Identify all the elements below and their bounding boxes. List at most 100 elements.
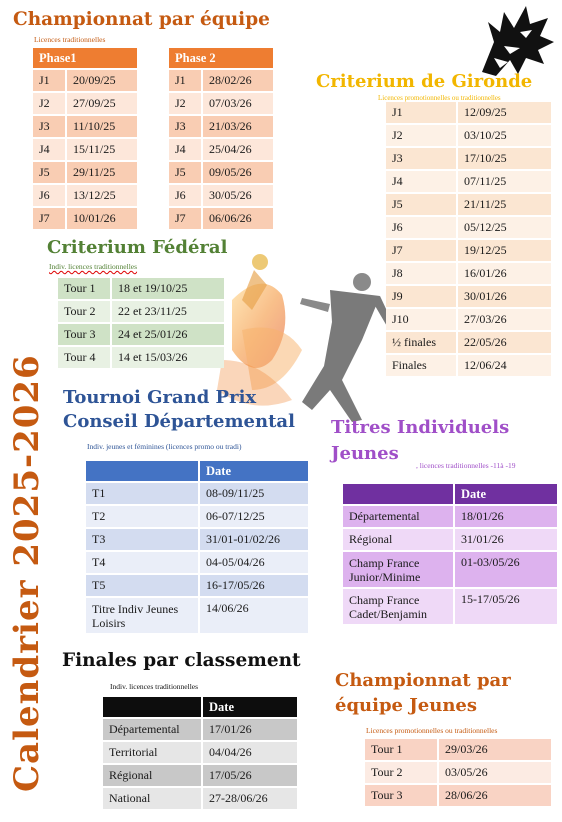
- championnat-equipe-subtitle: Licences traditionnelles: [34, 35, 106, 44]
- criterium-federal-table: Tour 1 18 et 19/10/25 Tour 2 22 et 23/11/25…: [58, 276, 224, 370]
- row-label-cell: T5: [86, 575, 198, 596]
- row-date-cell: 30/01/26: [456, 286, 551, 307]
- row-label-cell: Tour 4: [58, 347, 110, 368]
- finales-row: Territorial 04/04/26: [103, 742, 297, 763]
- row-date-cell: 20/09/25: [65, 70, 137, 91]
- row-date-cell: 12/06/24: [456, 355, 551, 376]
- criterium-federal-subtitle: Indiv. licences traditionnelles: [49, 262, 138, 271]
- row-date-cell: 31/01-01/02/26: [198, 529, 308, 550]
- row-label-cell: Titre Indiv Jeunes Loisirs: [86, 598, 198, 633]
- federal-row: Tour 3 24 et 25/01/26: [58, 324, 224, 345]
- gironde-row: ½ finales 22/05/26: [386, 332, 551, 353]
- calendar-vertical-label: Calendrier 2025-2026: [7, 354, 47, 792]
- row-date-cell: 17/10/25: [456, 148, 551, 169]
- tournoi-date-header: Date: [198, 461, 308, 481]
- row-label-cell: J7: [386, 240, 456, 261]
- phase1-row: J2 27/09/25: [33, 93, 137, 114]
- titres-jeunes-subtitle: , licences traditionnelles -11à -19: [416, 461, 516, 470]
- row-date-cell: 09/05/26: [201, 162, 273, 183]
- row-label-cell: J2: [33, 93, 65, 114]
- row-label-cell: Finales: [386, 355, 456, 376]
- row-date-cell: 18 et 19/10/25: [110, 278, 224, 299]
- finales-date-header: Date: [201, 697, 297, 717]
- phase2-row: J7 06/06/26: [169, 208, 273, 229]
- row-date-cell: 29/11/25: [65, 162, 137, 183]
- finales-header-blank: [103, 697, 201, 717]
- criterium-federal-title: Criterium Fédéral: [47, 237, 228, 258]
- row-date-cell: 22/05/26: [456, 332, 551, 353]
- row-date-cell: 15-17/05/26: [453, 589, 557, 624]
- titres-jeunes-title-line2: Jeunes: [331, 443, 399, 464]
- gironde-row: J6 05/12/25: [386, 217, 551, 238]
- finales-row: Départemental 17/01/26: [103, 719, 297, 740]
- criterium-gironde-table: J1 12/09/25 J2 03/10/25 J3 17/10/25 J4 07/11/25…: [386, 100, 551, 378]
- row-label-cell: J5: [169, 162, 201, 183]
- federal-row: Tour 4 14 et 15/03/26: [58, 347, 224, 368]
- row-label-cell: Régional: [103, 765, 201, 786]
- row-label-cell: J4: [33, 139, 65, 160]
- phase1-row: J4 15/11/25: [33, 139, 137, 160]
- tournoi-row: T5 16-17/05/26: [86, 575, 308, 596]
- gironde-row: J10 27/03/26: [386, 309, 551, 330]
- row-date-cell: 25/04/26: [201, 139, 273, 160]
- row-date-cell: 06/06/26: [201, 208, 273, 229]
- titres-jeunes-table: Date Départemental 18/01/26 Régional 31/01/…: [343, 482, 557, 626]
- row-label-cell: Départemental: [343, 506, 453, 527]
- finales-row: National 27-28/06/26: [103, 788, 297, 809]
- row-label-cell: J9: [386, 286, 456, 307]
- phase1-row: J3 11/10/25: [33, 116, 137, 137]
- gironde-row: J9 30/01/26: [386, 286, 551, 307]
- row-date-cell: 13/12/25: [65, 185, 137, 206]
- phase2-row: J6 30/05/26: [169, 185, 273, 206]
- row-label-cell: Tour 3: [365, 785, 437, 806]
- phase2-row: J4 25/04/26: [169, 139, 273, 160]
- row-date-cell: 19/12/25: [456, 240, 551, 261]
- row-label-cell: J6: [33, 185, 65, 206]
- row-date-cell: 14 et 15/03/26: [110, 347, 224, 368]
- row-label-cell: T4: [86, 552, 198, 573]
- titres-jeunes-title-line1: Titres Individuels: [331, 417, 510, 438]
- gironde-row: J8 16/01/26: [386, 263, 551, 284]
- row-label-cell: Tour 1: [58, 278, 110, 299]
- row-label-cell: J4: [169, 139, 201, 160]
- tournoi-subtitle: Indiv. jeunes et féminines (licences pro…: [87, 442, 242, 451]
- finales-classement-title: Finales par classement: [62, 650, 301, 671]
- phase1-row: J1 20/09/25: [33, 70, 137, 91]
- finales-classement-table: Date Départemental 17/01/26 Territorial 04/…: [103, 695, 297, 811]
- tournoi-title-line1: Tournoi Grand Prix: [63, 387, 257, 408]
- phase2-header: Phase 2: [169, 48, 273, 68]
- row-label-cell: J7: [33, 208, 65, 229]
- phase2-row: J2 07/03/26: [169, 93, 273, 114]
- championnat-equipe-title: Championnat par équipe: [13, 9, 270, 30]
- tournoi-row: Titre Indiv Jeunes Loisirs 14/06/26: [86, 598, 308, 633]
- row-label-cell: J5: [386, 194, 456, 215]
- tournoi-row: T1 08-09/11/25: [86, 483, 308, 504]
- gironde-row: J5 21/11/25: [386, 194, 551, 215]
- row-date-cell: 17/05/26: [201, 765, 297, 786]
- row-date-cell: 16-17/05/26: [198, 575, 308, 596]
- row-label-cell: J6: [386, 217, 456, 238]
- row-label-cell: J3: [33, 116, 65, 137]
- phase1-row: J6 13/12/25: [33, 185, 137, 206]
- row-label-cell: J10: [386, 309, 456, 330]
- tournoi-title-line2: Conseil Départemental: [63, 411, 295, 432]
- row-date-cell: 04-05/04/26: [198, 552, 308, 573]
- row-label-cell: Tour 2: [365, 762, 437, 783]
- phase1-header: Phase1: [33, 48, 137, 68]
- row-label-cell: J1: [33, 70, 65, 91]
- row-date-cell: 07/03/26: [201, 93, 273, 114]
- titres-row: Champ France Junior/Minime 01-03/05/26: [343, 552, 557, 587]
- phase2-row: J3 21/03/26: [169, 116, 273, 137]
- row-date-cell: 04/04/26: [201, 742, 297, 763]
- gironde-row: J7 19/12/25: [386, 240, 551, 261]
- tournoi-row: T4 04-05/04/26: [86, 552, 308, 573]
- row-date-cell: 29/03/26: [437, 739, 551, 760]
- row-date-cell: 08-09/11/25: [198, 483, 308, 504]
- titres-row: Régional 31/01/26: [343, 529, 557, 550]
- row-date-cell: 22 et 23/11/25: [110, 301, 224, 322]
- tournoi-row: T3 31/01-01/02/26: [86, 529, 308, 550]
- row-date-cell: 30/05/26: [201, 185, 273, 206]
- row-label-cell: J7: [169, 208, 201, 229]
- row-label-cell: J6: [169, 185, 201, 206]
- championnat-jeunes-subtitle: Licences promotionnelles ou traditionnel…: [366, 726, 498, 735]
